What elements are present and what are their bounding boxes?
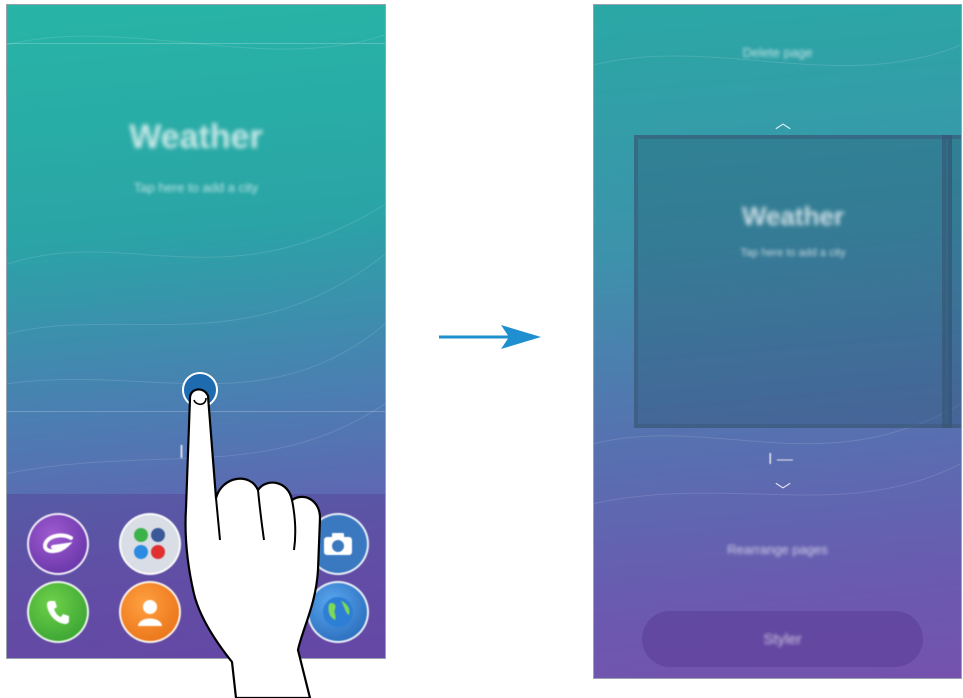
widget-frame-top — [7, 43, 385, 44]
weather-widget-subtitle: Tap here to add a city — [740, 247, 846, 259]
delete-page-button[interactable]: Delete page — [594, 45, 961, 60]
chevron-down-icon: ﹀ — [775, 483, 792, 500]
weather-widget-title[interactable]: Weather — [7, 118, 385, 157]
transition-arrow-icon — [439, 325, 541, 349]
page-edit-screen: Delete page ︿ Weather Tap here to add a … — [593, 4, 962, 679]
galaxy-apps-icon[interactable] — [27, 513, 89, 575]
next-page-thumbnail[interactable] — [942, 135, 961, 428]
chevron-up-icon: ︿ — [775, 115, 792, 132]
styler-button-label: Styler — [763, 630, 802, 648]
styler-button[interactable]: Styler — [642, 611, 923, 667]
hand-icon — [184, 388, 322, 698]
page-indicator: I — — [768, 451, 793, 468]
weather-widget-title: Weather — [741, 201, 845, 231]
rearrange-pages-button[interactable]: Rearrange pages — [594, 542, 961, 557]
phone-icon[interactable] — [27, 581, 89, 643]
page-thumbnail[interactable]: Weather Tap here to add a city — [634, 135, 952, 428]
weather-widget-subtitle[interactable]: Tap here to add a city — [7, 180, 385, 195]
